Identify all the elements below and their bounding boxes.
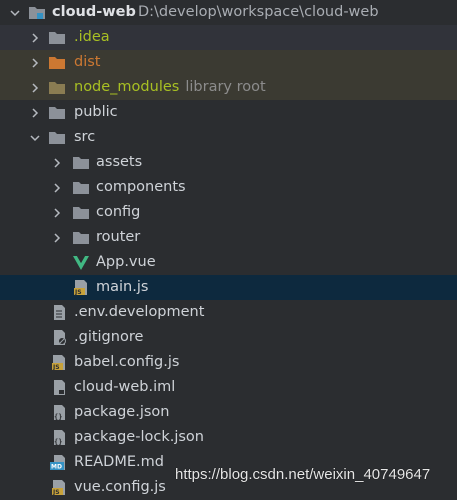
tree-row-config[interactable]: config bbox=[0, 200, 457, 225]
chevron-down-icon[interactable] bbox=[8, 0, 22, 25]
tree-row-router[interactable]: router bbox=[0, 225, 457, 250]
tree-row-dist[interactable]: dist bbox=[0, 50, 457, 75]
tree-row-components[interactable]: components bbox=[0, 175, 457, 200]
chevron-right-icon[interactable] bbox=[28, 75, 42, 100]
ignore-file-icon bbox=[50, 329, 68, 346]
tree-row-src[interactable]: src bbox=[0, 125, 457, 150]
chevron-right-icon[interactable] bbox=[28, 50, 42, 75]
project-folder-icon bbox=[28, 4, 46, 21]
svg-text:JS: JS bbox=[52, 489, 60, 496]
folder-icon bbox=[48, 104, 66, 121]
json-file-icon: {} bbox=[50, 429, 68, 446]
markdown-file-icon: MD bbox=[50, 454, 68, 471]
js-file-icon: JS bbox=[50, 479, 68, 496]
tree-row-package-json[interactable]: {} package.json bbox=[0, 400, 457, 425]
tree-label-components: components bbox=[96, 179, 186, 195]
chevron-down-icon[interactable] bbox=[28, 125, 42, 150]
tree-row-public[interactable]: public bbox=[0, 100, 457, 125]
chevron-right-icon[interactable] bbox=[28, 100, 42, 125]
watermark-text: https://blog.csdn.net/weixin_40749647 bbox=[175, 466, 431, 483]
tree-label-package-json: package.json bbox=[74, 404, 170, 420]
json-file-icon: {} bbox=[50, 404, 68, 421]
svg-text:{}: {} bbox=[54, 438, 62, 446]
tree-label-package-lock: package-lock.json bbox=[74, 429, 204, 445]
tree-label-assets: assets bbox=[96, 154, 143, 170]
tree-label-app-vue: App.vue bbox=[96, 254, 156, 270]
project-path: D:\develop\workspace\cloud-web bbox=[138, 4, 379, 20]
library-root-hint: library root bbox=[185, 79, 266, 95]
svg-text:{}: {} bbox=[54, 413, 62, 421]
folder-icon bbox=[72, 229, 90, 246]
js-file-icon: JS bbox=[50, 354, 68, 371]
folder-icon bbox=[72, 204, 90, 221]
chevron-right-icon[interactable] bbox=[50, 225, 64, 250]
chevron-right-icon[interactable] bbox=[50, 175, 64, 200]
tree-row-idea[interactable]: .idea bbox=[0, 25, 457, 50]
folder-icon bbox=[72, 179, 90, 196]
tree-row-babel-config[interactable]: JS babel.config.js bbox=[0, 350, 457, 375]
tree-row-env-development[interactable]: .env.development bbox=[0, 300, 457, 325]
tree-label-node-modules: node_modules library root bbox=[74, 75, 266, 100]
tree-row-app-vue[interactable]: App.vue bbox=[0, 250, 457, 275]
tree-label-idea: .idea bbox=[74, 29, 110, 45]
tree-label-readme: README.md bbox=[74, 454, 164, 470]
node-modules-name: node_modules bbox=[74, 79, 180, 95]
chevron-right-icon[interactable] bbox=[50, 200, 64, 225]
chevron-right-icon[interactable] bbox=[50, 150, 64, 175]
tree-row-assets[interactable]: assets bbox=[0, 150, 457, 175]
project-name: cloud-web bbox=[52, 4, 136, 20]
vue-file-icon bbox=[72, 254, 90, 271]
tree-label-src: src bbox=[74, 129, 96, 145]
tree-label-router: router bbox=[96, 229, 141, 245]
tree-label-config: config bbox=[96, 204, 141, 220]
tree-label-env-development: .env.development bbox=[74, 304, 205, 320]
text-file-icon bbox=[50, 304, 68, 321]
tree-row-package-lock[interactable]: {} package-lock.json bbox=[0, 425, 457, 450]
js-file-icon: JS bbox=[72, 279, 90, 296]
library-folder-icon bbox=[48, 79, 66, 96]
folder-icon bbox=[48, 29, 66, 46]
tree-label-vue-config: vue.config.js bbox=[74, 479, 166, 495]
tree-row-gitignore[interactable]: .gitignore bbox=[0, 325, 457, 350]
excluded-folder-icon bbox=[48, 54, 66, 71]
tree-label-dist: dist bbox=[74, 54, 101, 70]
tree-label-cloud-web-iml: cloud-web.iml bbox=[74, 379, 176, 395]
svg-text:JS: JS bbox=[52, 364, 60, 371]
chevron-right-icon[interactable] bbox=[28, 25, 42, 50]
tree-row-project-root[interactable]: cloud-web D:\develop\workspace\cloud-web bbox=[0, 0, 457, 25]
source-folder-icon bbox=[48, 129, 66, 146]
svg-text:JS: JS bbox=[74, 289, 82, 296]
tree-row-main-js[interactable]: JS main.js bbox=[0, 275, 457, 300]
module-file-icon bbox=[50, 379, 68, 396]
svg-text:MD: MD bbox=[51, 464, 62, 471]
tree-label-public: public bbox=[74, 104, 118, 120]
tree-label-babel-config: babel.config.js bbox=[74, 354, 180, 370]
folder-icon bbox=[72, 154, 90, 171]
tree-label-gitignore: .gitignore bbox=[74, 329, 144, 345]
tree-row-cloud-web-iml[interactable]: cloud-web.iml bbox=[0, 375, 457, 400]
tree-row-node-modules[interactable]: node_modules library root bbox=[0, 75, 457, 100]
tree-label-main-js: main.js bbox=[96, 279, 149, 295]
